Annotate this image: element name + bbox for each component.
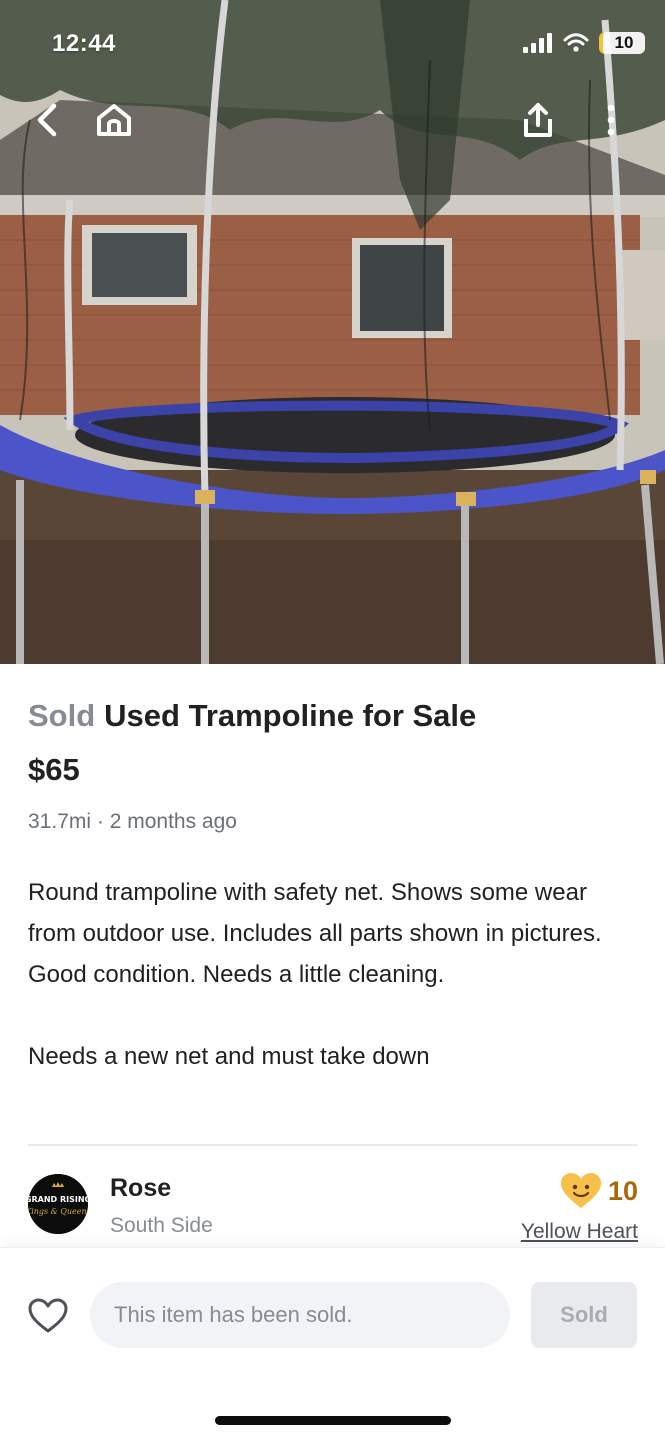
battery-indicator: 10 (599, 32, 645, 54)
more-vertical-icon (607, 104, 615, 136)
sold-button[interactable]: Sold (531, 1282, 637, 1348)
seller-profile[interactable]: GRAND RISING Kings & Queens Rose South S… (28, 1164, 638, 1244)
distance-label: 31.7mi (28, 810, 92, 833)
avatar[interactable]: GRAND RISING Kings & Queens (28, 1174, 88, 1234)
status-time: 12:44 (52, 30, 116, 57)
listing-price: $65 (28, 752, 80, 787)
listing-photo[interactable]: 12:44 10 (0, 0, 665, 664)
svg-text:Kings & Queens: Kings & Queens (28, 1207, 88, 1216)
share-icon (524, 103, 552, 137)
more-button[interactable] (596, 98, 626, 142)
seller-avatar-logo: GRAND RISING Kings & Queens (28, 1174, 88, 1234)
wifi-icon (563, 33, 589, 52)
chevron-left-icon (37, 103, 57, 137)
cellular-signal-icon (523, 33, 552, 53)
manner-label-link[interactable]: Yellow Heart (521, 1220, 638, 1244)
bottom-action-bar: This item has been sold. Sold (0, 1248, 665, 1440)
share-button[interactable] (516, 98, 560, 142)
home-icon (97, 104, 131, 136)
manner-badge: 10 (560, 1172, 638, 1210)
posted-time-label: 2 months ago (109, 810, 237, 833)
seller-name[interactable]: Rose (110, 1174, 171, 1203)
heart-outline-icon (28, 1298, 68, 1333)
sold-status-label: Sold (28, 698, 96, 733)
home-button[interactable] (92, 98, 136, 142)
home-indicator[interactable] (215, 1416, 451, 1425)
back-button[interactable] (26, 98, 70, 142)
listing-description: Round trampoline with safety net. Shows … (28, 879, 602, 1070)
status-icons: 10 (523, 30, 645, 56)
like-button[interactable] (26, 1294, 70, 1338)
manner-score: 10 (607, 1175, 638, 1206)
svg-text:GRAND RISING: GRAND RISING (28, 1195, 88, 1204)
seller-neighborhood: South Side (110, 1214, 213, 1237)
listing-title-row: Sold Used Trampoline for Sale (28, 698, 476, 734)
divider (28, 1144, 638, 1146)
meta-separator: · (96, 810, 104, 833)
status-bar: 12:44 10 (0, 0, 665, 80)
listing-title: Used Trampoline for Sale (104, 698, 477, 733)
listing-meta: 31.7mi · 2 months ago (28, 810, 237, 834)
smiling-yellow-heart-icon (560, 1173, 601, 1208)
sold-message-field: This item has been sold. (90, 1282, 510, 1348)
